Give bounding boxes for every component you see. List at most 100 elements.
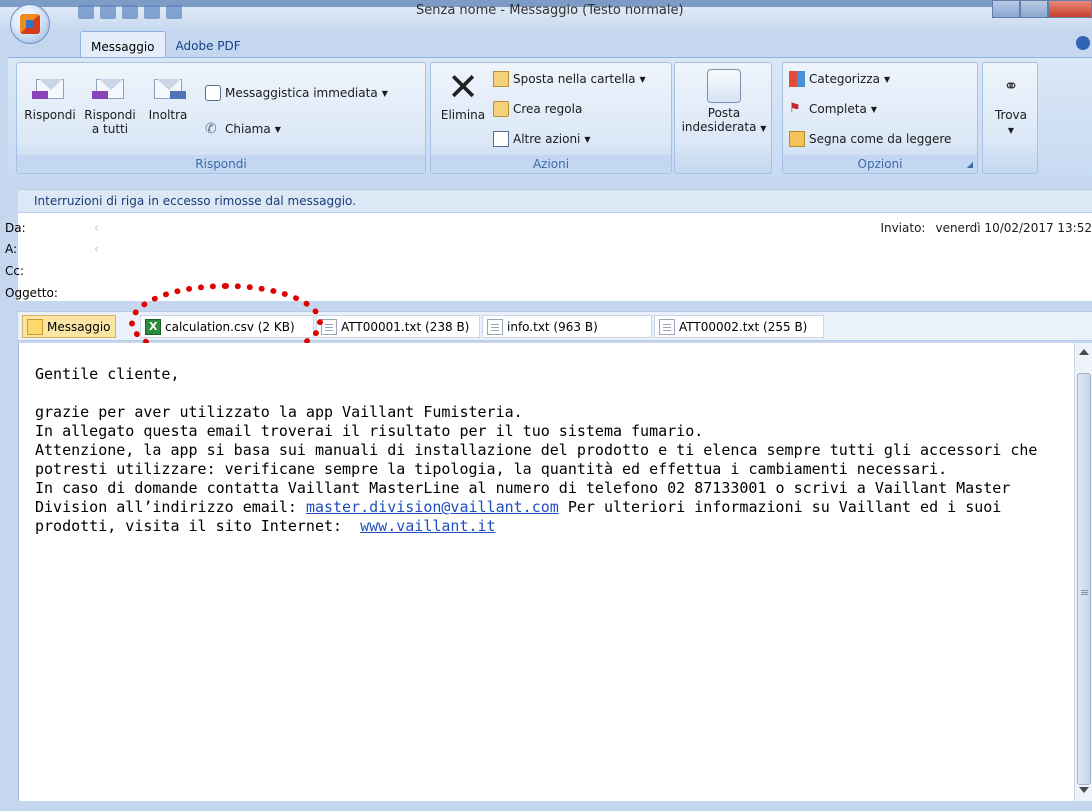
create-rule-button[interactable]: Crea regola xyxy=(493,101,582,117)
attachment-info-txt[interactable]: info.txt (963 B) xyxy=(482,315,652,338)
tab-messaggio[interactable]: Messaggio xyxy=(80,31,166,57)
to-value: ‹ xyxy=(94,242,99,256)
attachment-att00001[interactable]: ATT00001.txt (238 B) xyxy=(316,315,480,338)
chevron-down-icon: ▼ xyxy=(1007,126,1015,135)
ribbon: Rispondi Rispondi a tutti Inoltra Messag… xyxy=(8,57,1092,177)
window-bottom-edge xyxy=(0,801,1092,811)
group-trova: ⚭ Trova ▼ xyxy=(982,62,1038,174)
body-paragraph-1: grazie per aver utilizzato la app Vailla… xyxy=(35,403,523,421)
grip-icon xyxy=(1081,590,1088,591)
reply-button[interactable]: Rispondi xyxy=(21,69,79,122)
vertical-scrollbar[interactable] xyxy=(1074,343,1092,801)
attachment-label: Messaggio xyxy=(47,319,111,334)
attachment-label: calculation.csv (2 KB) xyxy=(165,319,295,334)
attachment-att00002[interactable]: ATT00002.txt (255 B) xyxy=(654,315,824,338)
attachment-strip: Messaggio calculation.csv (2 KB) ATT0000… xyxy=(18,311,1092,341)
attachment-message[interactable]: Messaggio xyxy=(22,315,116,338)
scroll-up-icon[interactable] xyxy=(1079,349,1089,355)
group-label-azioni: Azioni xyxy=(431,155,671,173)
other-actions-button[interactable]: Altre azioni ▼ xyxy=(493,131,591,147)
junk-label-1: Posta xyxy=(707,106,741,120)
reply-all-button[interactable]: Rispondi a tutti xyxy=(81,69,139,136)
group-azioni: ✕ Elimina Sposta nella cartella ▼ Crea r… xyxy=(430,62,672,174)
cc-label: Cc: xyxy=(5,264,25,278)
categorize-button[interactable]: Categorizza ▼ xyxy=(789,71,890,87)
reply-all-label-1: Rispondi xyxy=(84,108,136,122)
delete-x-icon: ✕ xyxy=(447,65,479,109)
ribbon-tabs: Messaggio Adobe PDF xyxy=(80,31,251,57)
rule-icon xyxy=(493,101,509,117)
attachment-calculation-csv[interactable]: calculation.csv (2 KB) xyxy=(140,315,314,338)
junk-mail-button[interactable]: Posta indesiderata ▼ xyxy=(677,69,771,136)
office-logo-icon xyxy=(20,14,40,34)
window-title: Senza nome - Messaggio (Testo normale) xyxy=(416,3,684,18)
undo-icon[interactable] xyxy=(100,5,116,19)
message-header: Da: ‹ A: ‹ Cc: Oggetto: Inviato: venerdì … xyxy=(5,213,1092,301)
tab-adobe-pdf[interactable]: Adobe PDF xyxy=(166,31,251,57)
subject-label: Oggetto: xyxy=(5,286,58,300)
office-button[interactable] xyxy=(10,4,50,44)
sent-info: Inviato: venerdì 10/02/2017 13:52 xyxy=(880,221,1092,235)
envelope-icon xyxy=(27,318,43,335)
binoculars-icon: ⚭ xyxy=(1003,76,1019,97)
previous-item-icon[interactable] xyxy=(144,5,160,19)
attachment-label: ATT00001.txt (238 B) xyxy=(341,319,470,334)
email-link[interactable]: master.division@vaillant.com xyxy=(306,498,559,516)
find-label: Trova xyxy=(994,108,1028,122)
next-item-icon[interactable] xyxy=(166,5,182,19)
from-label: Da: xyxy=(5,221,26,235)
create-rule-label: Crea regola xyxy=(513,102,583,116)
categorize-label: Categorizza xyxy=(809,72,880,86)
sent-label: Inviato: xyxy=(880,221,926,235)
redo-icon[interactable] xyxy=(122,5,138,19)
save-icon[interactable] xyxy=(78,5,94,19)
close-button[interactable] xyxy=(1048,0,1092,18)
to-label: A: xyxy=(5,242,18,256)
folder-move-icon xyxy=(493,71,509,87)
text-file-icon xyxy=(321,318,337,335)
minimize-button[interactable] xyxy=(992,0,1020,18)
body-text: Gentile cliente, grazie per aver utilizz… xyxy=(35,365,1065,536)
group-label-opzioni: Opzioni xyxy=(783,155,977,173)
group-junk: Posta indesiderata ▼ xyxy=(674,62,772,174)
group-label-rispondi: Rispondi xyxy=(17,155,425,173)
envelope-unread-icon xyxy=(789,131,805,147)
dialog-launcher-icon[interactable]: ◢ xyxy=(967,160,973,169)
instant-messaging-button[interactable]: Messaggistica immediata ▼ xyxy=(205,85,388,101)
group-opzioni: Categorizza ▼ ⚑ Completa ▼ Segna come da… xyxy=(782,62,978,174)
attachment-label: ATT00002.txt (255 B) xyxy=(679,319,808,334)
chevron-down-icon: ▼ xyxy=(381,88,388,98)
website-link[interactable]: www.vaillant.it xyxy=(360,517,495,535)
maximize-button[interactable] xyxy=(1020,0,1048,18)
call-button[interactable]: ✆ Chiama ▼ xyxy=(205,121,281,137)
text-file-icon xyxy=(659,318,675,335)
body-paragraph-2: In allegato questa email troverai il ris… xyxy=(35,422,704,440)
reply-all-icon xyxy=(92,69,128,105)
phone-icon: ✆ xyxy=(205,121,217,137)
speech-bubble-icon xyxy=(205,85,221,101)
forward-button[interactable]: Inoltra xyxy=(141,69,195,122)
move-to-folder-button[interactable]: Sposta nella cartella ▼ xyxy=(493,71,646,87)
attachment-label: info.txt (963 B) xyxy=(507,319,598,334)
move-to-folder-label: Sposta nella cartella xyxy=(513,72,636,86)
chevron-down-icon: ▼ xyxy=(884,74,891,84)
chevron-down-icon: ▼ xyxy=(274,124,281,134)
follow-up-button[interactable]: ⚑ Completa ▼ xyxy=(789,101,877,117)
window-controls xyxy=(992,0,1092,18)
message-body[interactable]: Gentile cliente, grazie per aver utilizz… xyxy=(18,343,1074,801)
reply-icon xyxy=(32,69,68,105)
delete-button[interactable]: ✕ Elimina xyxy=(435,65,491,122)
info-bar[interactable]: Interruzioni di riga in eccesso rimosse … xyxy=(18,189,1092,213)
scroll-down-icon[interactable] xyxy=(1079,787,1089,793)
sent-value: venerdì 10/02/2017 13:52 xyxy=(935,221,1092,235)
find-button[interactable]: ⚭ Trova ▼ xyxy=(985,69,1037,138)
forward-label: Inoltra xyxy=(148,108,188,122)
mark-unread-label: Segna come da leggere xyxy=(809,132,952,146)
scroll-thumb[interactable] xyxy=(1077,373,1091,785)
reply-all-label-2: a tutti xyxy=(91,122,129,136)
delete-label: Elimina xyxy=(440,108,486,122)
junk-label-2: indesiderata xyxy=(681,120,757,134)
mark-unread-button[interactable]: Segna come da leggere xyxy=(789,131,951,147)
other-actions-label: Altre azioni xyxy=(513,132,581,146)
help-icon[interactable] xyxy=(1076,36,1090,50)
